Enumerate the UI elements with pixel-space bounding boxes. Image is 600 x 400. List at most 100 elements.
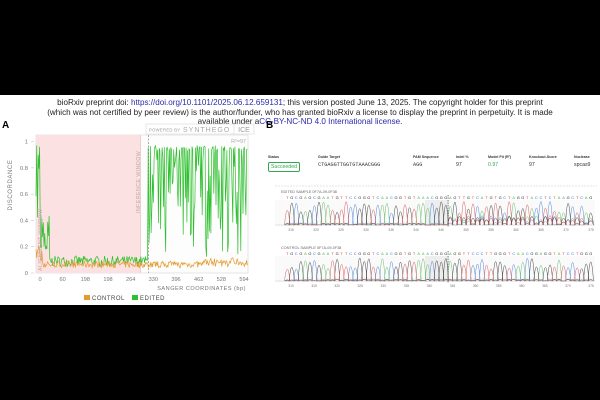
indel-header: Indel %: [456, 155, 469, 159]
header-text: (which was not certified by peer review)…: [47, 107, 553, 117]
y-tick-label: 0: [25, 271, 28, 277]
control-base-call: C: [571, 251, 574, 256]
synthego-badge: POWERED BY SYNTHEGO ICE: [145, 123, 255, 135]
edited-trace-title: EDITED SAMPLE 0F7A-09-0F38: [281, 190, 337, 194]
x-tick-label: 264: [126, 277, 135, 283]
control-base-call: A: [386, 251, 389, 256]
control-guide-highlight: [425, 256, 449, 282]
edited-position-tick: 325: [338, 228, 344, 232]
legend-label-control: CONTROL: [92, 296, 125, 302]
control-base-call: T: [372, 251, 375, 256]
control-base-call: T: [331, 251, 334, 256]
control-base-call: T: [463, 251, 466, 256]
control-base-call: G: [499, 251, 502, 256]
edited-position-tick: 315: [288, 228, 294, 232]
edited-base-call: C: [580, 195, 583, 200]
edited-base-call: T: [372, 195, 375, 200]
control-position-tick: 360: [519, 284, 525, 288]
control-position-tick: 320: [334, 284, 340, 288]
control-base-call: A: [381, 251, 384, 256]
x-tick-label: 0: [38, 277, 41, 283]
control-base-call: G: [308, 251, 311, 256]
pam-value: AGG: [413, 162, 423, 168]
knockout-score-value: 97: [529, 162, 535, 168]
edited-base-call: G: [435, 195, 438, 200]
nuclease-value: spcas9: [574, 162, 591, 168]
panel-label-b: B: [266, 120, 274, 131]
edited-base-call: A: [327, 195, 330, 200]
edited-base-call: A: [417, 195, 420, 200]
control-base-call: G: [435, 251, 438, 256]
control-position-tick: 355: [496, 284, 502, 288]
x-tick-label: 198: [81, 277, 90, 283]
control-base-call: A: [304, 251, 307, 256]
header-text: bioRxiv preprint doi:: [57, 98, 131, 107]
control-base-call: G: [408, 251, 411, 256]
edited-base-call: G: [521, 195, 524, 200]
edited-base-call: G: [317, 195, 320, 200]
alignment-window-region: [36, 135, 141, 273]
control-base-call: C: [313, 251, 316, 256]
control-base-call: C: [526, 251, 529, 256]
control-position-tick: 370: [565, 284, 571, 288]
model-fit-header: Model Fit (R²): [488, 155, 511, 159]
control-base-call: G: [494, 251, 497, 256]
control-base-call: A: [521, 251, 524, 256]
x-tick-label: 528: [217, 277, 226, 283]
control-base-call: G: [544, 251, 547, 256]
guide-target-header: Guide Target: [318, 155, 340, 159]
edited-base-call: G: [394, 195, 397, 200]
y-tick-label: 0.8: [20, 166, 28, 172]
control-base-call: G: [440, 251, 443, 256]
control-base-call: T: [340, 251, 343, 256]
control-base-call: G: [367, 251, 370, 256]
control-base-call: A: [322, 251, 325, 256]
edited-base-call: A: [386, 195, 389, 200]
edited-base-call: T: [458, 195, 461, 200]
control-base-call: T: [576, 251, 579, 256]
edited-base-call: C: [390, 195, 393, 200]
edited-base-call: A: [322, 195, 325, 200]
edited-base-call: T: [404, 195, 407, 200]
legend: CONTROL EDITED: [84, 295, 165, 302]
edited-position-tick: 335: [388, 228, 394, 232]
y-tick-label: 1: [25, 140, 28, 146]
edited-base-call: G: [440, 195, 443, 200]
control-position-tick: 350: [473, 284, 479, 288]
x-tick-label: 60: [60, 277, 66, 283]
control-base-call: C: [512, 251, 515, 256]
alignment-window-label: ALIGNMENT WINDOW: [38, 209, 44, 271]
edited-base-call: G: [467, 195, 470, 200]
y-tick-label: 0.2: [20, 245, 28, 251]
edited-base-call: C: [540, 195, 543, 200]
edited-base-call: C: [503, 195, 506, 200]
control-trace-title: CONTROL SAMPLE 0F7A-09-0F38: [281, 246, 341, 250]
edited-base-call: T: [553, 195, 556, 200]
x-tick-label: 462: [194, 277, 203, 283]
license-link[interactable]: CC-BY-NC-ND 4.0 International license: [259, 117, 400, 126]
legend-swatch-control: [84, 295, 90, 300]
control-base-call: C: [390, 251, 393, 256]
ice-logo: ICE: [238, 127, 250, 134]
doi-link[interactable]: https://doi.org/10.1101/2025.06.12.65913…: [131, 98, 283, 107]
control-position-tick: 335: [404, 284, 410, 288]
nuclease-header: Nuclease: [574, 155, 590, 159]
r2-label: R²=97: [231, 139, 246, 145]
edited-base-call: T: [286, 195, 289, 200]
control-base-call: A: [540, 251, 543, 256]
header-text: .: [400, 117, 403, 127]
edited-position-tick: 345: [438, 228, 444, 232]
control-position-tick: 375: [588, 284, 594, 288]
edited-position-tick: 360: [513, 228, 519, 232]
edited-base-call: T: [413, 195, 416, 200]
edited-base-call: G: [567, 195, 570, 200]
control-base-call: A: [449, 251, 452, 256]
edited-base-call: C: [376, 195, 379, 200]
control-base-call: G: [399, 251, 402, 256]
edited-base-call: G: [358, 195, 361, 200]
control-base-call: G: [290, 251, 293, 256]
control-base-call: G: [336, 251, 339, 256]
control-position-tick: 330: [381, 284, 387, 288]
control-base-call: C: [295, 251, 298, 256]
edited-base-call: A: [562, 195, 565, 200]
